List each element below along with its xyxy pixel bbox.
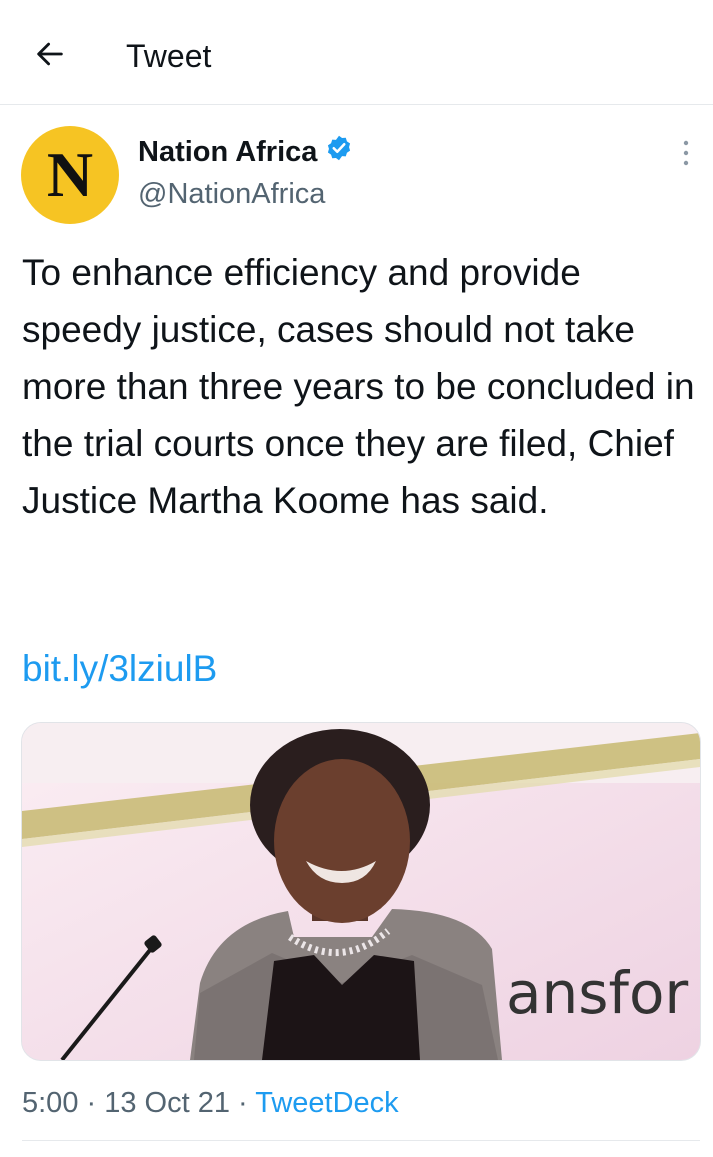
media-background-text: ansfor — [506, 959, 688, 1027]
more-options-button[interactable] — [672, 140, 700, 170]
avatar[interactable]: N — [21, 126, 119, 224]
page-title: Tweet — [126, 38, 212, 74]
top-bar: Tweet — [0, 0, 713, 105]
author-name-row[interactable]: Nation Africa — [138, 134, 353, 170]
back-button[interactable] — [28, 34, 72, 78]
tweet-link[interactable]: bit.ly/3lziulB — [22, 640, 217, 697]
tweet-text: To enhance efficiency and provide speedy… — [22, 252, 695, 521]
verified-badge-icon — [325, 134, 353, 170]
display-name[interactable]: Nation Africa — [138, 136, 317, 169]
tweet-image[interactable]: ansfor — [21, 722, 701, 1061]
divider — [22, 1140, 700, 1141]
user-handle[interactable]: @NationAfrica — [138, 178, 325, 211]
tweet-time[interactable]: 5:00 — [22, 1087, 78, 1119]
tweet-meta: 5:00 · 13 Oct 21 · TweetDeck — [22, 1087, 399, 1119]
more-vertical-icon — [682, 139, 690, 172]
arrow-left-icon — [33, 37, 67, 76]
tweet-source[interactable]: TweetDeck — [255, 1087, 398, 1119]
tweet-date[interactable]: 13 Oct 21 — [104, 1087, 230, 1119]
